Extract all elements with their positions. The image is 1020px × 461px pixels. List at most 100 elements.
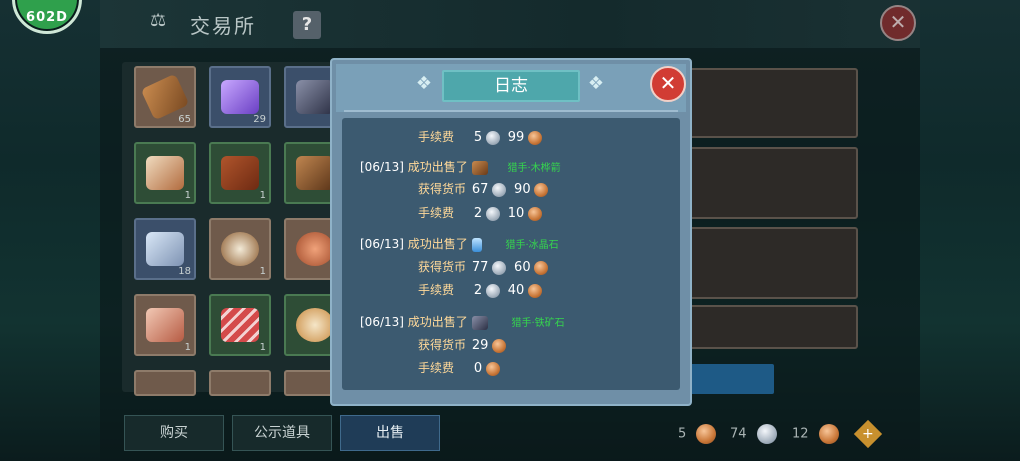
ice-block-icon xyxy=(146,232,184,266)
log-earn-line: 获得货币 67 90 xyxy=(418,180,549,197)
badge-text: 602D xyxy=(26,10,68,25)
log-earn-line: 获得货币 77 60 xyxy=(418,258,549,275)
fee-silver-amount: 2 xyxy=(473,283,483,298)
inventory-slot-partial[interactable] xyxy=(134,370,196,396)
silver-coin-icon xyxy=(756,424,777,444)
listing-slot[interactable] xyxy=(688,305,858,349)
inventory-slot-bacon[interactable]: 1 xyxy=(209,294,271,356)
close-icon: ✕ xyxy=(659,71,677,95)
gold-amount: 5 xyxy=(678,426,687,442)
meat-plate-icon xyxy=(146,308,184,342)
log-action: 成功出售了 xyxy=(407,160,468,174)
slot-qty: 1 xyxy=(184,190,191,201)
silver-coin-icon xyxy=(485,130,500,145)
earn-copper-amount: 60 xyxy=(514,260,531,275)
log-sale-line: [06/13] 成功出售了 猎手·铁矿石 xyxy=(360,313,565,330)
close-icon: ✕ xyxy=(889,10,907,34)
leather-icon xyxy=(221,156,259,190)
fee-label: 手续费 xyxy=(418,130,455,144)
inventory-slot-feather[interactable]: 1 xyxy=(134,142,196,204)
silver-coin-icon xyxy=(492,260,507,275)
dumpling-icon xyxy=(296,308,334,342)
slot-qty: 65 xyxy=(178,114,191,125)
window-close-button[interactable]: ✕ xyxy=(880,5,916,41)
copper-coin-icon xyxy=(528,283,543,298)
currency-silver: 74 xyxy=(730,424,777,444)
copper-coin-icon xyxy=(534,260,549,275)
copper-coin-icon xyxy=(818,424,839,444)
log-date: [06/13] xyxy=(360,237,404,251)
silver-amount: 74 xyxy=(730,426,747,442)
listing-slot[interactable] xyxy=(688,227,858,299)
crystal-icon xyxy=(221,80,259,114)
slot-qty: 29 xyxy=(253,114,266,125)
log-dialog: ❖ ❖ 日志 ✕ 手续费 5 99 [06/13] 成功出售了 猎手·木桦箭 获… xyxy=(330,58,692,406)
dialog-divider xyxy=(344,110,678,112)
fee-copper-amount: 0 xyxy=(473,361,483,376)
inventory-slot-coconut[interactable]: 1 xyxy=(209,218,271,280)
fee-label: 手续费 xyxy=(418,206,455,220)
coconut-icon xyxy=(221,232,259,266)
ornament-left-icon: ❖ xyxy=(415,73,433,94)
feather-icon xyxy=(146,156,184,190)
fee-copper-amount: 10 xyxy=(507,206,525,221)
copper-coin-icon xyxy=(485,361,500,376)
log-action: 成功出售了 xyxy=(407,315,468,329)
inventory-slot-leather[interactable]: 1 xyxy=(209,142,271,204)
slot-qty: 1 xyxy=(259,190,266,201)
inventory-slot-raw-meat-plate[interactable]: 1 xyxy=(134,294,196,356)
fee-silver-amount: 2 xyxy=(473,206,483,221)
earn-label: 获得货币 xyxy=(418,182,467,196)
listing-slot[interactable] xyxy=(688,147,858,219)
listing-action-button[interactable] xyxy=(688,364,774,394)
dialog-close-button[interactable]: ✕ xyxy=(650,66,686,102)
log-fee-line: 手续费 0 xyxy=(418,359,500,376)
log-fee-line: 手续费 5 99 xyxy=(418,128,543,145)
plus-icon: + xyxy=(862,425,874,442)
silver-coin-icon xyxy=(485,283,500,298)
slot-qty: 1 xyxy=(259,266,266,277)
ornament-right-icon: ❖ xyxy=(587,73,605,94)
log-action: 成功出售了 xyxy=(407,237,468,251)
ore-icon xyxy=(471,315,488,330)
log-item-note: 猎手·铁矿石 xyxy=(511,318,565,329)
earn-silver-amount: 67 xyxy=(471,182,489,197)
tab-sell[interactable]: 出售 xyxy=(340,415,440,451)
ore-icon xyxy=(296,80,334,114)
earn-silver-amount: 77 xyxy=(471,260,489,275)
log-fee-line: 手续费 2 40 xyxy=(418,281,543,298)
earn-copper-amount: 90 xyxy=(514,182,531,197)
gold-coin-icon xyxy=(696,424,717,444)
silver-coin-icon xyxy=(492,182,507,197)
slot-qty: 1 xyxy=(184,342,191,353)
fee-label: 手续费 xyxy=(418,361,455,375)
tab-public-items[interactable]: 公示道具 xyxy=(232,415,332,451)
slot-qty: 1 xyxy=(259,342,266,353)
tab-buy[interactable]: 购买 xyxy=(124,415,224,451)
log-list[interactable]: 手续费 5 99 [06/13] 成功出售了 猎手·木桦箭 获得货币 67 90… xyxy=(342,118,680,390)
log-sale-line: [06/13] 成功出售了 猎手·冰晶石 xyxy=(360,235,559,252)
copper-coin-icon xyxy=(492,338,507,353)
earn-label: 获得货币 xyxy=(418,260,467,274)
copper-amount: 12 xyxy=(792,426,809,442)
listing-slot[interactable] xyxy=(688,68,858,138)
earn-copper-amount: 29 xyxy=(471,338,489,353)
help-button[interactable]: ? xyxy=(293,11,321,39)
branch-icon xyxy=(296,156,334,190)
log-fee-line: 手续费 2 10 xyxy=(418,204,543,221)
slot-qty: 18 xyxy=(178,266,191,277)
dialog-title: 日志 xyxy=(442,70,580,102)
log-item-note: 猎手·木桦箭 xyxy=(507,163,561,174)
currency-copper: 12 xyxy=(792,424,839,444)
log-date: [06/13] xyxy=(360,315,404,329)
inventory-slot-crystal[interactable]: 29 xyxy=(209,66,271,128)
inventory-slot-wood-log[interactable]: 65 xyxy=(134,66,196,128)
inventory-slot-partial[interactable] xyxy=(209,370,271,396)
inventory-slot-ice[interactable]: 18 xyxy=(134,218,196,280)
log-sale-line: [06/13] 成功出售了 猎手·木桦箭 xyxy=(360,158,561,175)
currency-gold: 5 xyxy=(678,424,717,444)
log-item-note: 猎手·冰晶石 xyxy=(505,240,559,251)
copper-coin-icon xyxy=(534,182,549,197)
bacon-icon xyxy=(221,308,259,342)
meat-icon xyxy=(296,232,334,266)
